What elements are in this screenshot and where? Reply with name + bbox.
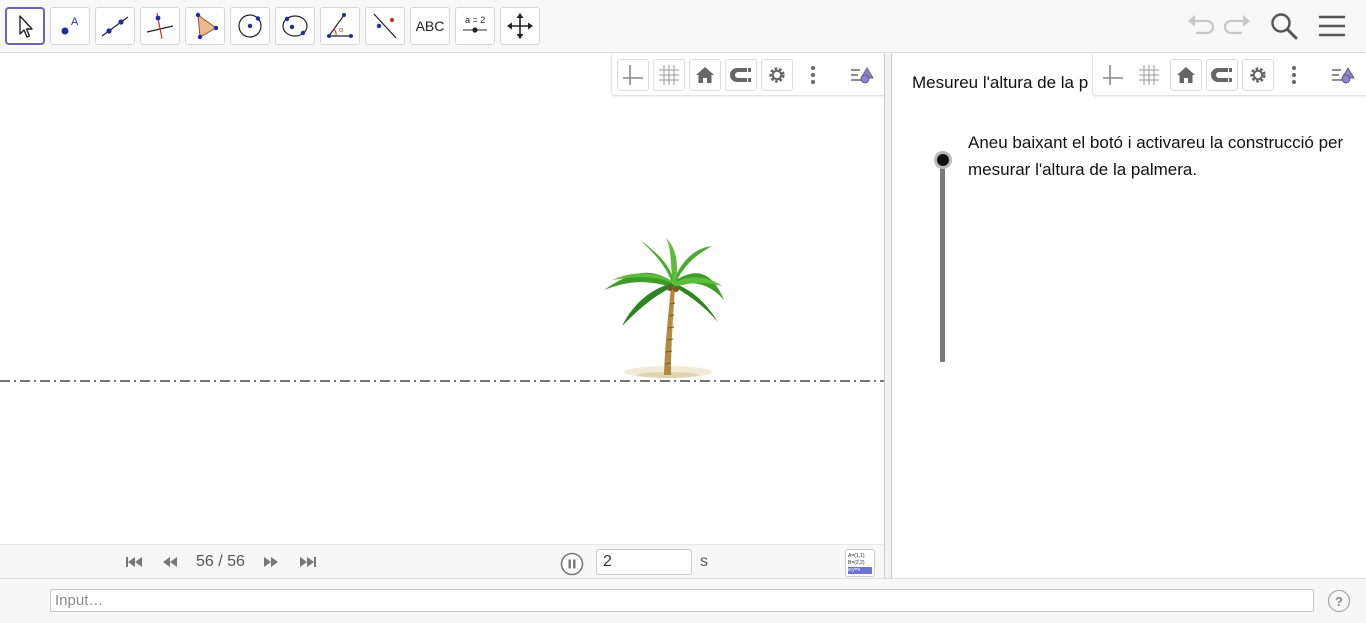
algebra-input-field[interactable] [50,589,1314,612]
reflect-tool-button[interactable] [365,7,405,45]
animation-speed-input[interactable] [596,549,692,575]
skip-last-icon [300,557,316,567]
speed-unit-label: s [700,553,708,570]
graphics-settings-button[interactable] [761,59,793,91]
graphics-view-2[interactable]: Mesureu l'altura de la p Aneu baixant el… [892,54,1366,578]
move-tool-button[interactable] [5,7,45,45]
menu-icon [1319,15,1345,37]
circle-tool-button[interactable] [230,7,270,45]
help-icon: ? [1335,593,1343,609]
search-button[interactable] [1268,10,1300,47]
step-counter: 56 / 56 [196,553,245,570]
point-tool-button[interactable]: A [50,7,90,45]
ellipse-icon [282,15,308,37]
main-toolbar: A α ABC a = 2 [0,0,1366,53]
title-text[interactable]: Mesureu l'altura de la p [912,73,1088,93]
arrow-pointer-icon [19,15,33,38]
point-capturing-button-2[interactable] [1206,59,1238,91]
text-tool-button[interactable]: ABC [410,7,450,45]
view-menu-icon [1332,67,1355,84]
input-help-button[interactable]: ? [1328,590,1350,612]
graphics2-style-bar [1092,54,1366,96]
main-menu-button[interactable] [1316,10,1348,47]
toggle-axes-button[interactable] [617,59,649,91]
toggle-axes-button-2[interactable] [1097,59,1129,91]
input-bar: ? [0,578,1366,623]
undo-icon [1188,15,1215,35]
instruction-text[interactable]: Aneu baixant el botó i activareu la cons… [968,129,1358,183]
line-tool-button[interactable] [95,7,135,45]
more-vert-icon [811,66,815,84]
algebra-line-2: B=(2,2) [848,560,865,566]
algebra-line-3: a:y=x [848,567,872,574]
toggle-grid-button-2[interactable] [1133,59,1165,91]
construction-slider-handle[interactable] [934,151,952,169]
point-capturing-button[interactable] [725,59,757,91]
skip-first-icon [126,557,142,567]
svg-text:a = 2: a = 2 [465,15,485,25]
view-menu-button[interactable] [846,59,878,91]
search-icon [1271,13,1298,40]
reflect-icon [373,13,397,39]
rewind-icon [163,557,177,567]
view-splitter[interactable] [884,54,892,578]
point-icon: A [61,16,79,35]
graphics-view-1[interactable] [0,54,884,544]
slider-tool-button[interactable]: a = 2 [455,7,495,45]
fast-forward-icon [264,557,278,567]
palm-tree-image[interactable] [604,238,724,378]
svg-text:A: A [71,16,79,28]
graphics-canvas[interactable] [0,54,884,544]
gear-icon [1250,67,1266,83]
view-menu-icon [851,67,874,84]
construction-slider-track[interactable] [940,158,945,362]
standard-view-button-2[interactable] [1170,59,1202,91]
perpendicular-line-tool-button[interactable] [140,7,180,45]
home-icon [1177,67,1195,83]
pause-icon [560,552,584,576]
graphics-settings-button-2[interactable] [1242,59,1274,91]
circle-center-point-icon [238,14,262,38]
toggle-grid-button[interactable] [653,59,685,91]
grid-icon [1139,65,1159,85]
angle-icon: α [327,13,353,38]
geogebra-app: A α ABC a = 2 56 / 56 2 s A=(1,1) B=(2,2… [0,0,1366,623]
conic-tool-button[interactable] [275,7,315,45]
perpendicular-line-icon [146,12,174,40]
standard-view-button[interactable] [689,59,721,91]
axes-icon [1103,65,1123,85]
pause-button[interactable] [560,552,584,576]
text-icon: ABC [415,18,445,34]
polygon-icon [195,12,219,40]
angle-tool-button[interactable]: α [320,7,360,45]
more-options-button-2[interactable] [1278,59,1310,91]
home-icon [696,67,714,83]
gear-icon [769,67,785,83]
more-options-button[interactable] [797,59,829,91]
animation-controls: 56 / 56 s A=(1,1) B=(2,2) a:y=x [0,544,884,578]
line-icon [101,16,129,37]
algebra-view-toggle[interactable]: A=(1,1) B=(2,2) a:y=x [845,549,875,577]
more-vert-icon [1292,66,1296,84]
snap-icon [1211,68,1232,82]
view-menu-button-2[interactable] [1327,59,1359,91]
previous-step-button[interactable] [159,553,181,571]
redo-button[interactable] [1222,10,1254,47]
move-graphics-view-tool-button[interactable] [500,7,540,45]
snap-icon [730,68,751,82]
graphics1-style-bar [611,54,884,96]
slider-icon: a = 2 [463,15,487,33]
first-step-button[interactable] [123,553,145,571]
svg-text:α: α [339,27,343,34]
next-step-button[interactable] [260,553,282,571]
move-view-icon [507,13,533,39]
undo-button[interactable] [1184,10,1216,47]
grid-icon [659,65,679,85]
last-step-button[interactable] [297,553,319,571]
redo-icon [1223,15,1250,35]
algebra-line-1: A=(1,1) [848,553,865,559]
axes-icon [623,65,643,85]
polygon-tool-button[interactable] [185,7,225,45]
